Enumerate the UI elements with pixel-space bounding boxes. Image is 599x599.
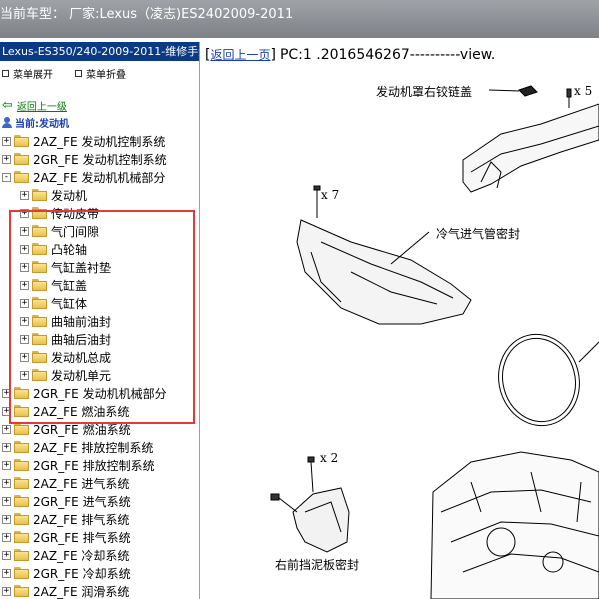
tree-node[interactable]: +2GR_FE 排放控制系统 [2, 456, 155, 474]
folder-icon [14, 441, 29, 453]
folder-icon [14, 585, 29, 597]
expand-node-icon[interactable]: + [2, 460, 11, 470]
screw-icon-left [270, 493, 280, 501]
expand-node-icon[interactable]: + [2, 532, 11, 542]
tree-node-label: 2AZ_FE 进气系统 [33, 476, 130, 491]
diagram-viewer: [ 返回上一页 ] PC:1 .2016546267----------view… [201, 42, 599, 599]
tree-node-label: 2AZ_FE 冷却系统 [33, 548, 130, 563]
vehicle-header-text: 当前车型： 厂家:Lexus（凌志)ES2402009-2011 [0, 7, 294, 22]
engine-bay-outline [430, 451, 599, 599]
tree-node[interactable]: +2AZ_FE 润滑系统 [2, 582, 129, 599]
leader-line-hinge [488, 89, 520, 92]
tree-node-label: 2AZ_FE 排气系统 [33, 512, 130, 527]
expand-node-icon[interactable]: + [2, 514, 11, 524]
drive-belt-outer [498, 333, 580, 427]
folder-icon [14, 153, 29, 165]
folder-icon [32, 189, 47, 201]
tree-node[interactable]: +2AZ_FE 排气系统 [2, 510, 129, 528]
expand-node-icon[interactable]: + [2, 136, 11, 146]
tree-node[interactable]: +2AZ_FE 排放控制系统 [2, 438, 153, 456]
label-x7: x 7 [321, 188, 340, 202]
drive-belt-inner [502, 337, 576, 423]
folder-icon [14, 495, 29, 507]
tree-node-label: 2GR_FE 进气系统 [33, 494, 131, 509]
clip-leader [310, 461, 314, 493]
label-x2: x 2 [320, 451, 339, 465]
tree-node[interactable]: +2GR_FE 排气系统 [2, 528, 131, 546]
hinge-cover-part [518, 85, 538, 97]
label-fender-seal: 右前挡泥板密封 [275, 558, 360, 572]
label-x5: x 5 [574, 84, 593, 98]
expand-node-icon[interactable]: + [2, 496, 11, 506]
expand-node-icon[interactable]: + [2, 442, 11, 452]
fender-seal-part [292, 487, 350, 553]
highlight-box [9, 210, 195, 424]
tree-node-label: 2AZ_FE 润滑系统 [33, 584, 130, 599]
folder-icon [14, 423, 29, 435]
expand-node-icon[interactable]: + [20, 190, 29, 200]
expand-node-icon[interactable]: + [2, 550, 11, 560]
folder-icon [14, 567, 29, 579]
screw-leader [278, 497, 298, 513]
left-tree-panel: Lexus-ES350/240-2009-2011-维修手册 菜单展开 菜单折叠… [0, 42, 200, 599]
tree-node[interactable]: +2AZ_FE 冷却系统 [2, 546, 129, 564]
clip-icon-x2 [307, 456, 315, 463]
tree-node-label: 2AZ_FE 排放控制系统 [33, 440, 154, 455]
tree-node-label: 2GR_FE 排放控制系统 [33, 458, 155, 473]
folder-icon [14, 135, 29, 147]
folder-icon [14, 513, 29, 525]
tree-node[interactable]: +2AZ_FE 发动机控制系统 [2, 132, 165, 150]
upper-engine-cover [462, 103, 599, 193]
tree-node[interactable]: + 发动机 [20, 186, 87, 204]
folder-icon [14, 549, 29, 561]
engine-parts-diagram [270, 85, 599, 599]
expand-node-icon[interactable]: + [2, 586, 11, 596]
tree-node-label: 2AZ_FE 发动机机械部分 [33, 170, 166, 185]
bolt-icon-x7 [313, 185, 321, 191]
tree-node[interactable]: +2GR_FE 冷却系统 [2, 564, 131, 582]
collapse-node-icon[interactable]: - [2, 172, 11, 182]
tree-node-label: 2AZ_FE 发动机控制系统 [33, 134, 166, 149]
expand-node-icon[interactable]: + [2, 568, 11, 578]
leader-line-belt [578, 341, 599, 363]
label-cold-air-seal: 冷气进气管密封 [436, 227, 521, 241]
vehicle-header-bar: 当前车型： 厂家:Lexus（凌志)ES2402009-2011 [0, 0, 599, 38]
tree-node-label: 2GR_FE 发动机控制系统 [33, 152, 167, 167]
expand-node-icon[interactable]: + [2, 478, 11, 488]
tree-node[interactable]: - 2AZ_FE 发动机机械部分 [2, 168, 165, 186]
tree-node-label: 发动机 [51, 188, 88, 203]
tree-node[interactable]: +2AZ_FE 进气系统 [2, 474, 129, 492]
bolt-icon-top [566, 88, 572, 98]
tree-node[interactable]: +2GR_FE 发动机控制系统 [2, 150, 167, 168]
tree-node[interactable]: +2GR_FE 进气系统 [2, 492, 131, 510]
folder-icon [14, 459, 29, 471]
expand-node-icon[interactable]: + [2, 424, 11, 434]
expand-node-icon[interactable]: + [2, 154, 11, 164]
folder-icon [14, 171, 29, 183]
tree-node-label: 2GR_FE 排气系统 [33, 530, 131, 545]
folder-icon [14, 531, 29, 543]
folder-icon [14, 477, 29, 489]
label-engine-cover: 发动机罩右铰链盖 [376, 85, 473, 99]
tree-node-label: 2GR_FE 冷却系统 [33, 566, 131, 581]
